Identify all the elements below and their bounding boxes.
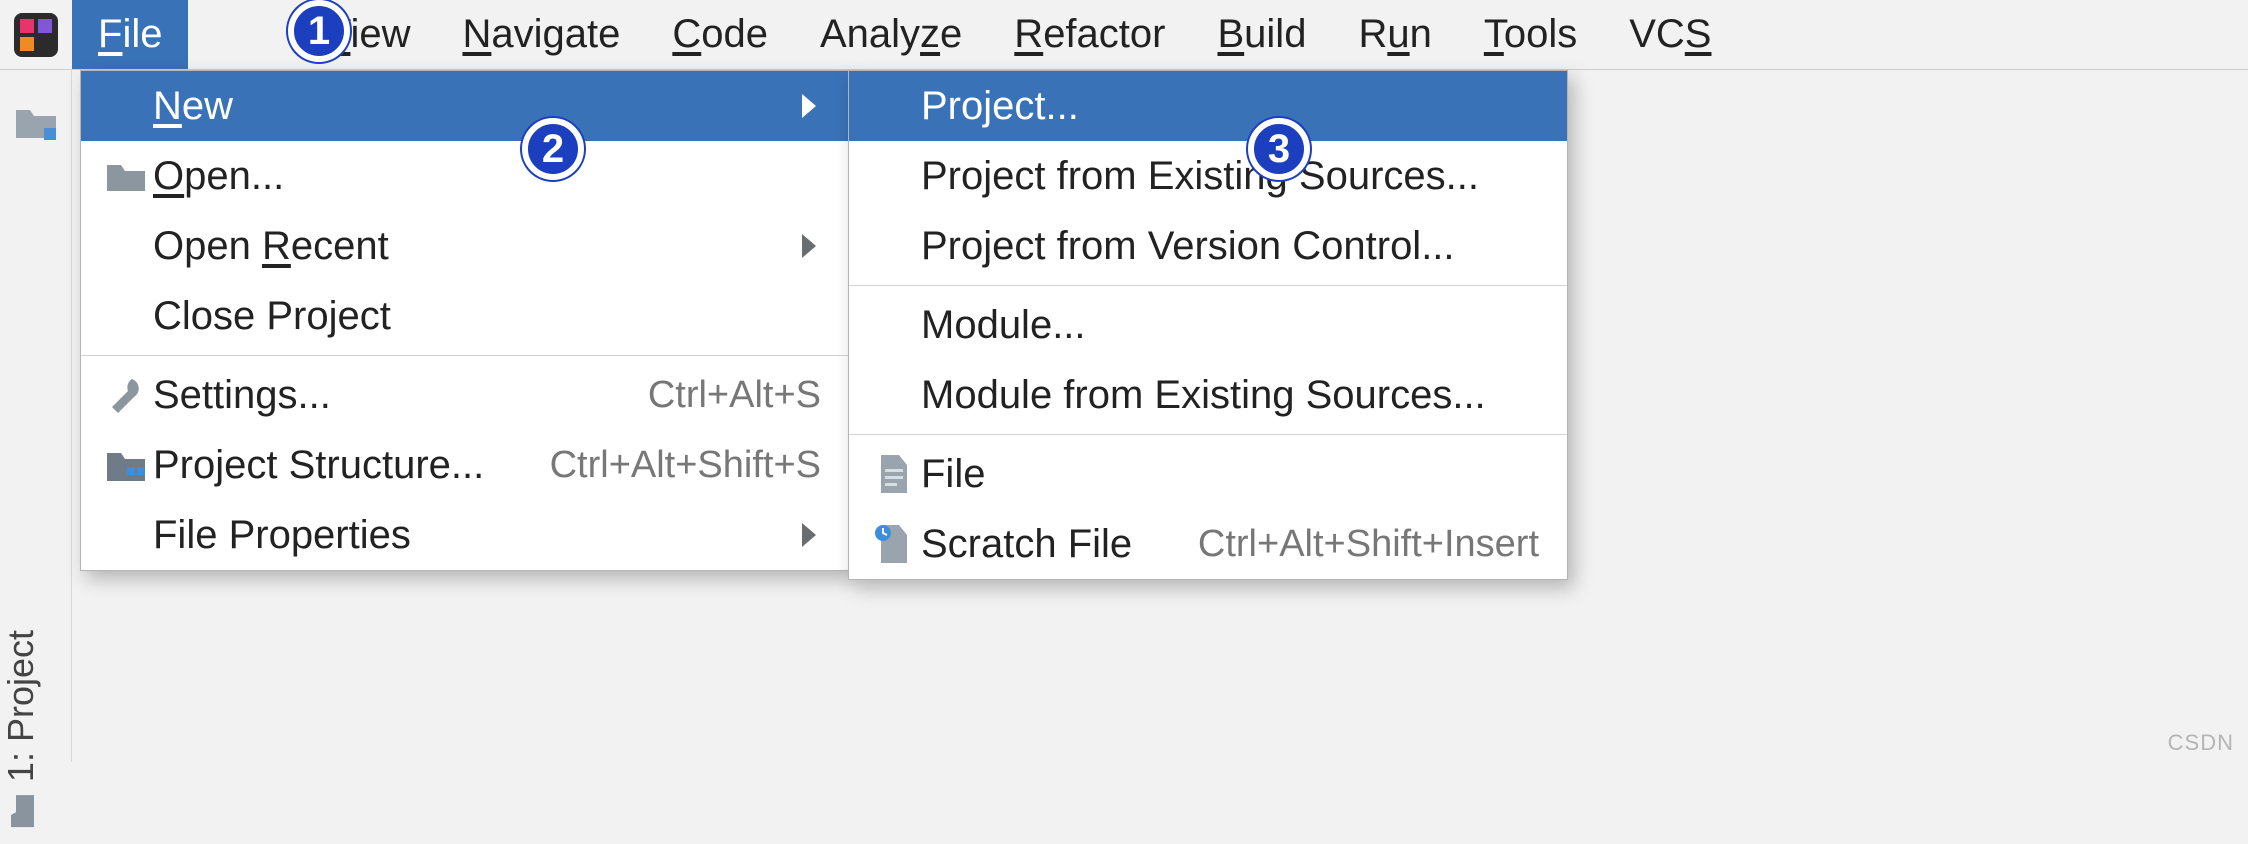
folder-open-icon bbox=[99, 159, 153, 193]
file-menu-file-properties-label: File Properties bbox=[153, 513, 781, 558]
scratch-file-icon bbox=[867, 523, 921, 565]
menu-file-label: File bbox=[98, 12, 162, 57]
file-menu-open-label: Open... bbox=[153, 154, 821, 199]
submenu-arrow-icon bbox=[797, 232, 821, 260]
new-submenu-popup: Project... Project from Existing Sources… bbox=[848, 70, 1568, 580]
new-menu-scratch-file[interactable]: Scratch File Ctrl+Alt+Shift+Insert bbox=[849, 509, 1567, 579]
project-structure-icon bbox=[99, 447, 153, 483]
file-menu-settings[interactable]: Settings... Ctrl+Alt+S bbox=[81, 360, 849, 430]
menu-file[interactable]: File bbox=[72, 0, 188, 69]
file-menu-new-label: New bbox=[153, 84, 781, 129]
new-menu-file-label: File bbox=[921, 452, 1539, 497]
menu-code[interactable]: Code bbox=[646, 0, 794, 69]
new-menu-project-vcs[interactable]: Project from Version Control... bbox=[849, 211, 1567, 281]
new-menu-scratch-file-shortcut: Ctrl+Alt+Shift+Insert bbox=[1198, 523, 1539, 566]
watermark: CSDN bbox=[2168, 730, 2234, 756]
wrench-icon bbox=[99, 375, 153, 415]
file-menu-popup: New Open... Open Recent Close Project Se… bbox=[80, 70, 850, 571]
menu-navigate-label: Navigate bbox=[462, 12, 620, 57]
sidebar-project-icon[interactable] bbox=[0, 92, 72, 152]
menu-build[interactable]: Build bbox=[1191, 0, 1332, 69]
menu-hidden[interactable] bbox=[188, 0, 298, 69]
menu-analyze-label: Analyze bbox=[820, 12, 962, 57]
new-menu-project-existing[interactable]: Project from Existing Sources... bbox=[849, 141, 1567, 211]
menu-navigate[interactable]: Navigate bbox=[436, 0, 646, 69]
new-menu-module[interactable]: Module... bbox=[849, 290, 1567, 360]
file-menu-project-structure-label: Project Structure... bbox=[153, 443, 530, 488]
menu-refactor-label: Refactor bbox=[1014, 12, 1165, 57]
annotation-badge-2: 2 bbox=[522, 118, 584, 180]
menu-run[interactable]: Run bbox=[1332, 0, 1457, 69]
menu-separator bbox=[849, 434, 1567, 435]
new-menu-module-existing-label: Module from Existing Sources... bbox=[921, 373, 1539, 418]
new-menu-project-label: Project... bbox=[921, 84, 1539, 129]
menu-code-label: Code bbox=[672, 12, 768, 57]
new-menu-module-existing[interactable]: Module from Existing Sources... bbox=[849, 360, 1567, 430]
menu-tools[interactable]: Tools bbox=[1458, 0, 1603, 69]
menu-analyze[interactable]: Analyze bbox=[794, 0, 988, 69]
file-menu-project-structure[interactable]: Project Structure... Ctrl+Alt+Shift+S bbox=[81, 430, 849, 500]
file-icon bbox=[867, 453, 921, 495]
submenu-arrow-icon bbox=[797, 521, 821, 549]
annotation-badge-3: 3 bbox=[1248, 118, 1310, 180]
new-menu-scratch-file-label: Scratch File bbox=[921, 522, 1178, 567]
tool-window-bar-left: 1: Project bbox=[0, 70, 72, 762]
file-menu-close-project-label: Close Project bbox=[153, 294, 821, 339]
new-menu-file[interactable]: File bbox=[849, 439, 1567, 509]
menu-refactor[interactable]: Refactor bbox=[988, 0, 1191, 69]
new-menu-project[interactable]: Project... bbox=[849, 71, 1567, 141]
menu-vcs-label: VCS bbox=[1629, 12, 1711, 57]
file-menu-open-recent[interactable]: Open Recent bbox=[81, 211, 849, 281]
file-menu-project-structure-shortcut: Ctrl+Alt+Shift+S bbox=[550, 444, 821, 487]
file-menu-settings-label: Settings... bbox=[153, 373, 628, 418]
menu-separator bbox=[849, 285, 1567, 286]
menu-tools-label: Tools bbox=[1484, 12, 1577, 57]
new-menu-project-vcs-label: Project from Version Control... bbox=[921, 224, 1539, 269]
sidebar-project-tab-label: 1: Project bbox=[0, 630, 42, 782]
sidebar-project-tab[interactable]: 1: Project bbox=[0, 630, 42, 844]
submenu-arrow-icon bbox=[797, 92, 821, 120]
menu-separator bbox=[81, 355, 849, 356]
menu-vcs[interactable]: VCS bbox=[1603, 0, 1737, 69]
file-menu-file-properties[interactable]: File Properties bbox=[81, 500, 849, 570]
menu-run-label: Run bbox=[1358, 12, 1431, 57]
annotation-badge-1: 1 bbox=[288, 0, 350, 62]
file-menu-close-project[interactable]: Close Project bbox=[81, 281, 849, 351]
app-logo-icon bbox=[0, 0, 72, 69]
menu-build-label: Build bbox=[1217, 12, 1306, 57]
file-menu-settings-shortcut: Ctrl+Alt+S bbox=[648, 374, 821, 417]
new-menu-project-existing-label: Project from Existing Sources... bbox=[921, 154, 1539, 199]
file-menu-open[interactable]: Open... bbox=[81, 141, 849, 211]
file-menu-open-recent-label: Open Recent bbox=[153, 224, 781, 269]
file-menu-new[interactable]: New bbox=[81, 71, 849, 141]
new-menu-module-label: Module... bbox=[921, 303, 1539, 348]
